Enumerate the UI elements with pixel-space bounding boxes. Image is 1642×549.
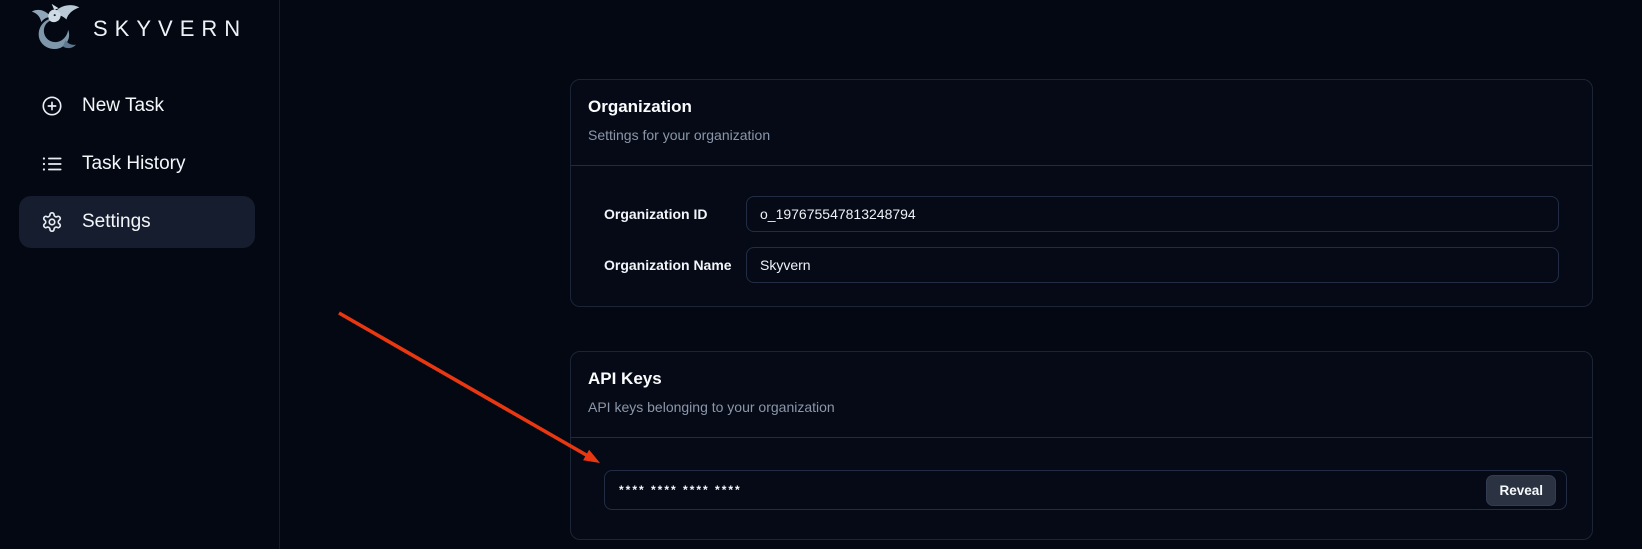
sidebar-item-task-history[interactable]: Task History	[19, 138, 255, 190]
logo-wordmark: SKYVERN	[93, 16, 247, 42]
reveal-button[interactable]: Reveal	[1486, 475, 1556, 506]
api-key-masked-value: **** **** **** ****	[619, 483, 742, 497]
organization-id-input[interactable]	[746, 196, 1559, 232]
list-icon	[41, 153, 63, 175]
sidebar: SKYVERN New Task Task History Settings	[0, 0, 280, 549]
api-keys-card-subtitle: API keys belonging to your organization	[588, 397, 1575, 417]
organization-name-label: Organization Name	[604, 257, 746, 273]
sidebar-item-settings[interactable]: Settings	[19, 196, 255, 248]
organization-id-label: Organization ID	[604, 206, 746, 222]
organization-name-row: Organization Name	[604, 247, 1559, 283]
organization-id-row: Organization ID	[604, 196, 1559, 232]
organization-card-header: Organization Settings for your organizat…	[571, 80, 1592, 166]
sidebar-item-label: New Task	[82, 95, 164, 117]
organization-card-title: Organization	[588, 95, 1575, 119]
api-keys-card: API Keys API keys belonging to your orga…	[570, 351, 1593, 540]
organization-card-content: Organization ID Organization Name	[571, 166, 1592, 307]
api-key-field[interactable]: **** **** **** **** Reveal	[604, 470, 1567, 510]
organization-card: Organization Settings for your organizat…	[570, 79, 1593, 307]
api-keys-card-content: **** **** **** **** Reveal	[571, 438, 1592, 510]
skyvern-dragon-icon	[28, 3, 84, 55]
logo: SKYVERN	[28, 2, 247, 56]
sidebar-nav: New Task Task History Settings	[19, 80, 255, 248]
plus-circle-icon	[41, 95, 63, 117]
organization-card-subtitle: Settings for your organization	[588, 125, 1575, 145]
api-keys-card-header: API Keys API keys belonging to your orga…	[571, 352, 1592, 438]
sidebar-item-label: Task History	[82, 153, 185, 175]
gear-icon	[41, 211, 63, 233]
sidebar-item-new-task[interactable]: New Task	[19, 80, 255, 132]
api-keys-card-title: API Keys	[588, 367, 1575, 391]
organization-name-input[interactable]	[746, 247, 1559, 283]
sidebar-item-label: Settings	[82, 211, 151, 233]
